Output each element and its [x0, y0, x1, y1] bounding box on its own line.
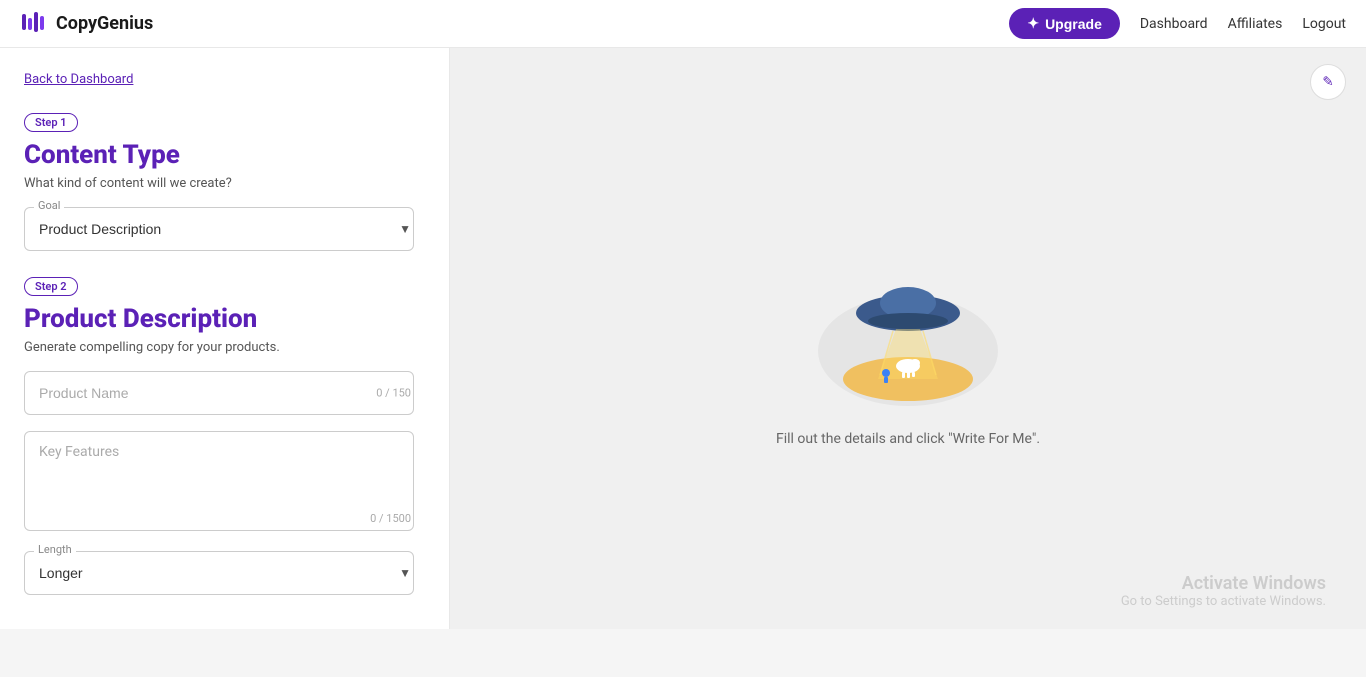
key-features-char-count: 0 / 1500: [370, 512, 411, 525]
step1-badge: Step 1: [24, 113, 78, 132]
affiliates-link[interactable]: Affiliates: [1228, 16, 1283, 32]
illustration-area: Fill out the details and click "Write Fo…: [776, 231, 1040, 447]
key-features-wrapper: 0 / 1500: [24, 431, 425, 535]
step2-section: Step 2 Product Description Generate comp…: [24, 275, 425, 595]
upgrade-button[interactable]: ✦ Upgrade: [1009, 8, 1120, 39]
header-nav: ✦ Upgrade Dashboard Affiliates Logout: [1009, 8, 1346, 39]
right-panel: ✎: [450, 48, 1366, 629]
goal-field-wrapper: Goal Product Description Blog Post Ad Co…: [24, 207, 425, 251]
goal-label: Goal: [34, 199, 64, 212]
logo-text: CopyGenius: [56, 13, 153, 34]
watermark-line2: Go to Settings to activate Windows.: [1121, 594, 1326, 609]
step1-subtitle: What kind of content will we create?: [24, 176, 425, 191]
product-name-char-count: 0 / 150: [376, 387, 411, 400]
watermark-area: Activate Windows Go to Settings to activ…: [1121, 573, 1326, 609]
step1-title: Content Type: [24, 140, 425, 170]
ufo-illustration: [808, 231, 1008, 411]
logo-icon: [20, 8, 48, 40]
length-label: Length: [34, 543, 76, 556]
watermark-line1: Activate Windows: [1121, 573, 1326, 594]
step2-subtitle: Generate compelling copy for your produc…: [24, 340, 425, 355]
dashboard-link[interactable]: Dashboard: [1140, 16, 1208, 32]
step2-badge: Step 2: [24, 277, 78, 296]
empty-state-text: Fill out the details and click "Write Fo…: [776, 431, 1040, 447]
product-name-input[interactable]: [24, 371, 414, 415]
logo-area: CopyGenius: [20, 8, 153, 40]
step1-section: Step 1 Content Type What kind of content…: [24, 111, 425, 251]
step2-title: Product Description: [24, 304, 425, 334]
logout-link[interactable]: Logout: [1302, 16, 1346, 32]
shield-icon: ✦: [1027, 15, 1039, 32]
header: CopyGenius ✦ Upgrade Dashboard Affiliate…: [0, 0, 1366, 48]
goal-select[interactable]: Product Description Blog Post Ad Copy Em…: [24, 207, 414, 251]
product-name-wrapper: 0 / 150: [24, 371, 425, 415]
main-layout: Back to Dashboard Step 1 Content Type Wh…: [0, 48, 1366, 629]
length-select[interactable]: Short Medium Longer: [24, 551, 414, 595]
left-panel: Back to Dashboard Step 1 Content Type Wh…: [0, 48, 450, 629]
length-field-wrapper: Length Short Medium Longer ▼: [24, 551, 425, 595]
edit-button[interactable]: ✎: [1310, 64, 1346, 100]
key-features-textarea[interactable]: [24, 431, 414, 531]
back-to-dashboard-link[interactable]: Back to Dashboard: [24, 72, 133, 87]
pencil-icon: ✎: [1322, 74, 1333, 90]
